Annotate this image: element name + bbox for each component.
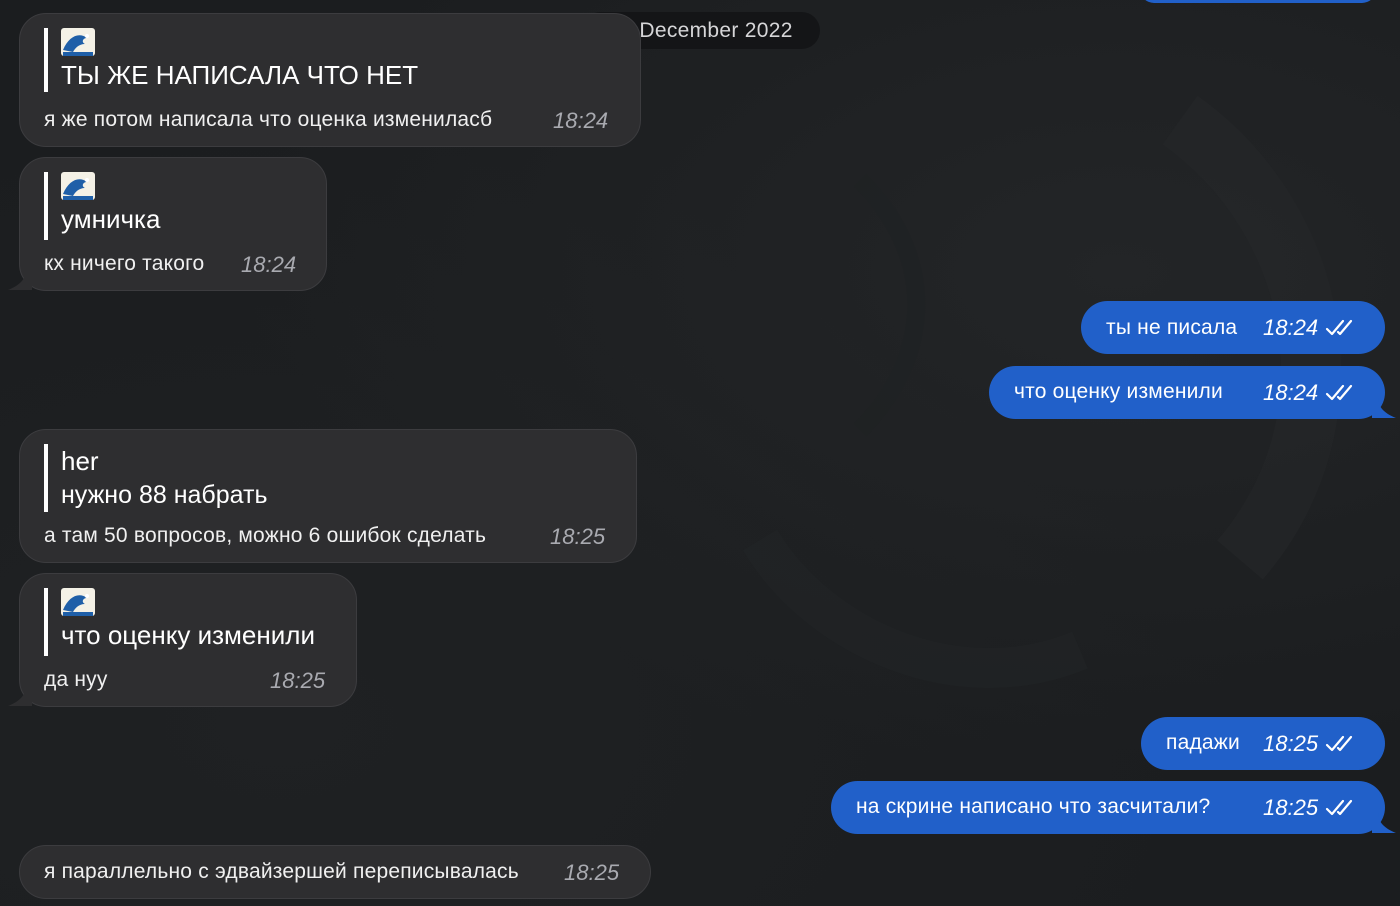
message-time: 18:25: [1263, 731, 1319, 756]
quoted-text: нужно 88 набрать: [61, 481, 268, 509]
reply-quote[interactable]: her нужно 88 набрать: [44, 444, 267, 512]
quoted-text: умничка: [61, 204, 161, 234]
message-text: да нуу: [44, 668, 108, 691]
reply-quote[interactable]: что оценку изменили: [44, 588, 315, 656]
message-text: что оценку изменили: [1014, 380, 1223, 403]
message-time: 18:25: [1263, 795, 1319, 820]
incoming-message[interactable]: her нужно 88 набрать а там 50 вопросов, …: [19, 429, 637, 563]
double-check-icon: [1325, 384, 1353, 401]
message-time: 18:24: [553, 108, 609, 133]
quoted-text: что оценку изменили: [61, 620, 315, 650]
incoming-message[interactable]: ТЫ ЖЕ НАПИСАЛА ЧТО НЕТ я же потом написа…: [19, 13, 641, 147]
bubble-tail: [1372, 398, 1396, 418]
message-text: ты не писала: [1106, 316, 1238, 339]
double-check-icon: [1325, 319, 1353, 336]
bubble-tail: [1372, 813, 1396, 833]
outgoing-message[interactable]: на скрине написано что засчитали? 18:25: [831, 781, 1385, 834]
message-time: 18:24: [1263, 315, 1319, 340]
incoming-message[interactable]: что оценку изменили да нуу 18:25: [19, 573, 357, 707]
quoted-text: ТЫ ЖЕ НАПИСАЛА ЧТО НЕТ: [61, 60, 419, 90]
ocean-wave-icon: [61, 588, 315, 618]
message-time: 18:25: [550, 524, 606, 549]
message-text: а там 50 вопросов, можно 6 ошибок сделат…: [44, 524, 487, 547]
reply-quote[interactable]: умничка: [44, 172, 160, 240]
message-text: я параллельно с эдвайзершей переписывала…: [44, 860, 519, 883]
message-text: падажи: [1166, 731, 1240, 754]
message-text: я же потом написала что оценка изменилас…: [44, 108, 493, 131]
double-check-icon: [1325, 735, 1353, 752]
outgoing-message[interactable]: ты не писала 18:24: [1081, 301, 1385, 354]
ocean-wave-icon: [61, 172, 160, 202]
outgoing-message[interactable]: падажи 18:25: [1141, 717, 1385, 770]
reply-quote[interactable]: ТЫ ЖЕ НАПИСАЛА ЧТО НЕТ: [44, 28, 418, 92]
incoming-message[interactable]: я параллельно с эдвайзершей переписывала…: [19, 845, 651, 899]
previous-outgoing-bubble-edge: [1140, 0, 1376, 3]
bubble-tail: [8, 270, 32, 290]
message-time: 18:24: [1263, 380, 1319, 405]
message-text: на скрине написано что засчитали?: [856, 795, 1211, 818]
bubble-tail: [8, 686, 32, 706]
double-check-icon: [1325, 799, 1353, 816]
outgoing-message[interactable]: что оценку изменили 18:24: [989, 366, 1385, 419]
message-time: 18:25: [270, 668, 326, 693]
quoted-sender: her: [61, 446, 99, 476]
message-text: кх ничего такого: [44, 252, 205, 275]
incoming-message[interactable]: умничка кх ничего такого 18:24: [19, 157, 327, 291]
ocean-wave-icon: [61, 28, 418, 58]
message-time: 18:25: [564, 860, 620, 885]
message-time: 18:24: [241, 252, 297, 277]
